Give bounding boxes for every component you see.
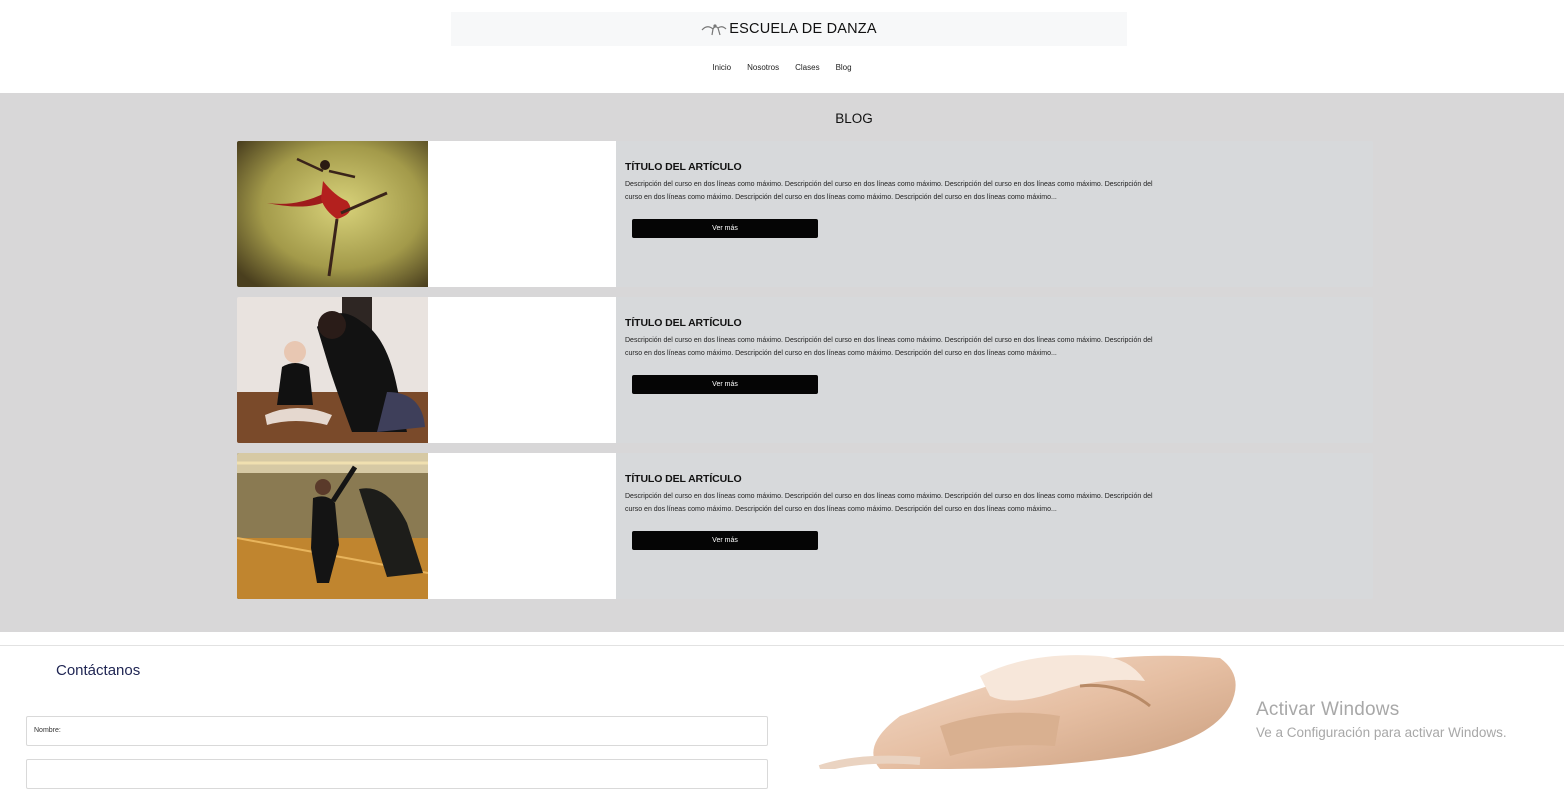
brand-bar: ESCUELA DE DANZA [451,12,1127,46]
article-body: TÍTULO DEL ARTÍCULO Descripción del curs… [625,317,1365,360]
site-header: ESCUELA DE DANZA Inicio Nosotros Clases … [0,0,1564,93]
article-image-spacer [428,141,616,287]
article-description: Descripción del curso en dos líneas como… [625,493,1153,513]
article-image-spacer [428,453,616,599]
article-card: TÍTULO DEL ARTÍCULO Descripción del curs… [237,297,1373,443]
article-title: TÍTULO DEL ARTÍCULO [625,317,742,329]
article-image [237,297,428,443]
blog-section-title: BLOG [835,111,873,126]
windows-activation-watermark: Activar Windows Ve a Configuración para … [1256,699,1507,740]
ver-mas-button[interactable]: Ver más [632,531,818,550]
ver-mas-button[interactable]: Ver más [632,375,818,394]
article-body: TÍTULO DEL ARTÍCULO Descripción del curs… [625,473,1365,516]
nav-link-nosotros[interactable]: Nosotros [747,63,779,72]
ver-mas-button[interactable]: Ver más [632,219,818,238]
contact-title: Contáctanos [56,662,141,679]
article-title: TÍTULO DEL ARTÍCULO [625,161,742,173]
article-image [237,453,428,599]
article-body: TÍTULO DEL ARTÍCULO Descripción del curs… [625,161,1365,204]
main-nav: Inicio Nosotros Clases Blog [0,63,1564,72]
watermark-subtitle: Ve a Configuración para activar Windows. [1256,725,1507,740]
name-field-label: Nombre: [34,727,61,734]
watermark-title: Activar Windows [1256,699,1400,720]
ballet-shoes-image [800,646,1260,769]
article-image [237,141,428,287]
article-card: TÍTULO DEL ARTÍCULO Descripción del curs… [237,453,1373,599]
nav-link-blog[interactable]: Blog [836,63,852,72]
dancer-logo-icon [701,24,727,36]
name-field[interactable]: Nombre: [26,716,768,746]
nav-link-clases[interactable]: Clases [795,63,819,72]
article-description: Descripción del curso en dos líneas como… [625,181,1153,201]
nav-link-inicio[interactable]: Inicio [712,63,731,72]
article-image-spacer [428,297,616,443]
article-card: TÍTULO DEL ARTÍCULO Descripción del curs… [237,141,1373,287]
brand-title: ESCUELA DE DANZA [729,21,877,37]
article-description: Descripción del curso en dos líneas como… [625,337,1153,357]
contact-section: Contáctanos Nombre: Activar Windows Ve a… [0,645,1564,789]
contact-field[interactable] [26,759,768,789]
blog-section: BLOG TÍTULO DEL ARTÍCULO Descripción del… [0,93,1564,632]
article-title: TÍTULO DEL ARTÍCULO [625,473,742,485]
